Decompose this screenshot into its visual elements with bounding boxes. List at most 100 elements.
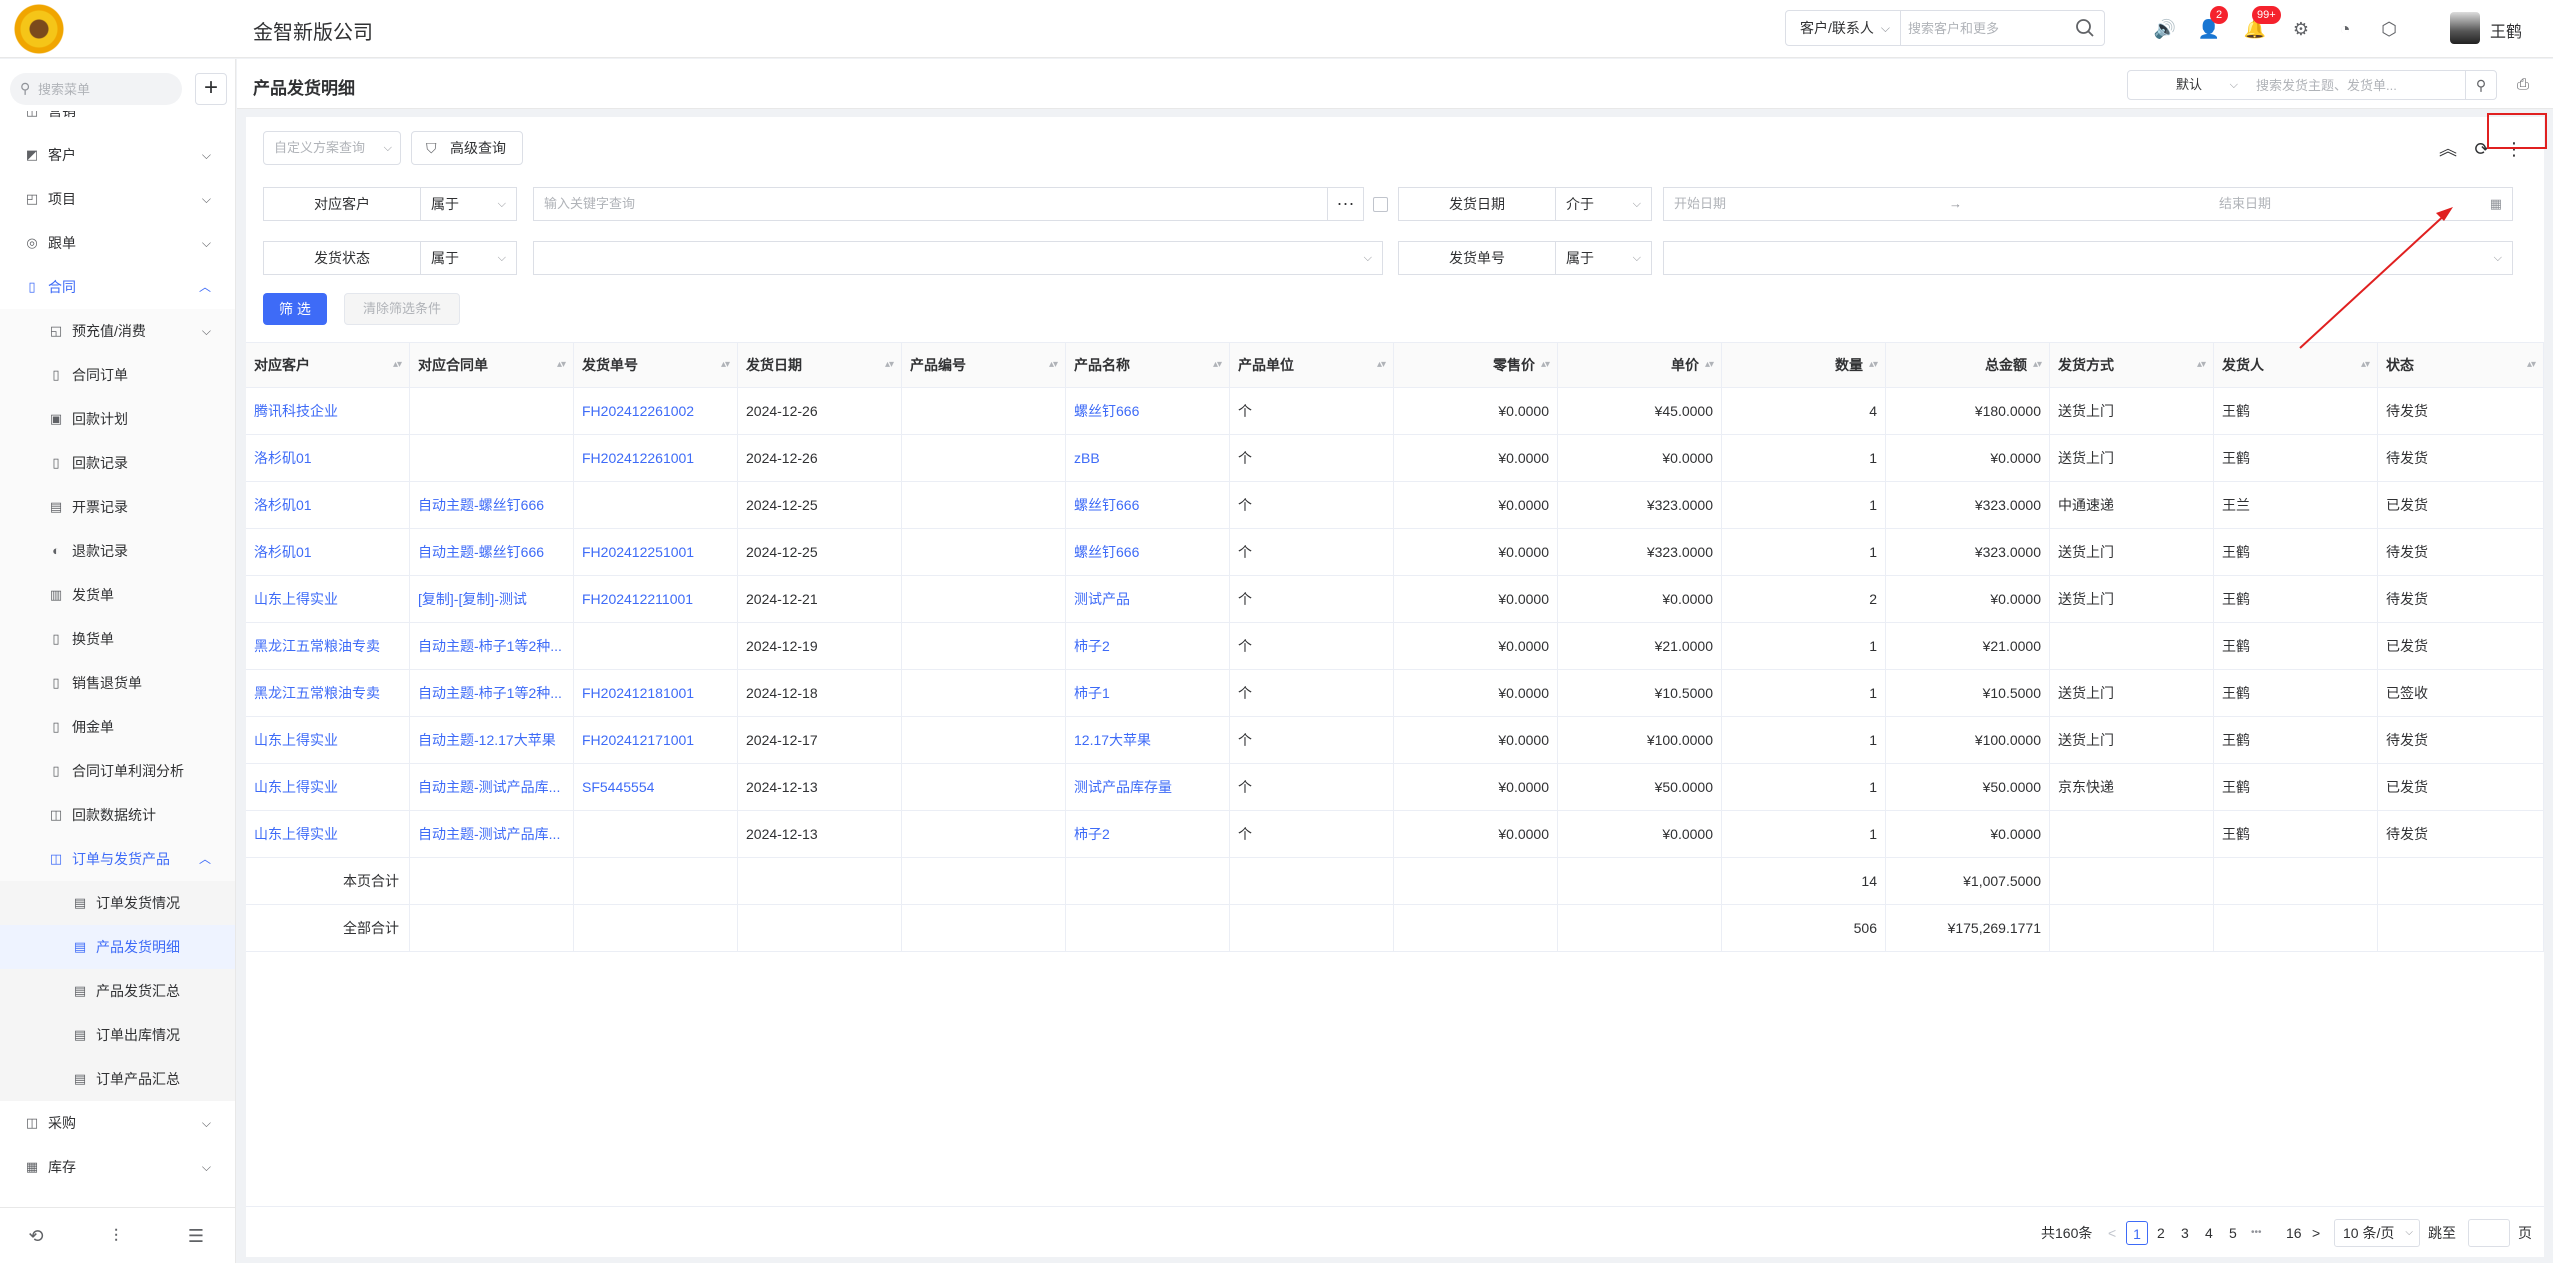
table-row[interactable]: 洛杉矶01 FH202412261001 2024-12-26 zBB 个 ¥0.0000…: [246, 435, 2544, 482]
table-row[interactable]: 洛杉矶01 自动主题-螺丝钉666 2024-12-25 螺丝钉666 个 ¥0.0000…: [246, 482, 2544, 529]
table-row[interactable]: 腾讯科技企业 FH202412261002 2024-12-26 螺丝钉666 个 ¥0.…: [246, 388, 2544, 435]
date-operator-select[interactable]: 介于 ⌵: [1556, 187, 1652, 221]
table-row[interactable]: 山东上得实业 自动主题-12.17大苹果 FH202412171001 2024-12…: [246, 717, 2544, 764]
sidebar-item-project[interactable]: ◰ 项目 ⌵: [0, 177, 235, 221]
prev-page-button[interactable]: <: [2108, 1221, 2116, 1245]
cell-delivery-no[interactable]: FH202412171001: [574, 717, 738, 763]
sidebar-item-product-delivery-detail[interactable]: ▤ 产品发货明细: [0, 925, 235, 969]
view-search-input[interactable]: [2256, 76, 2456, 94]
cell-customer[interactable]: 山东上得实业: [246, 717, 410, 763]
page-1[interactable]: 1: [2126, 1221, 2148, 1245]
cell-contract[interactable]: 自动主题-测试产品库...: [410, 764, 574, 810]
cube-icon[interactable]: ⬡: [2374, 14, 2404, 44]
cell-customer[interactable]: 洛杉矶01: [246, 482, 410, 528]
page-size-select[interactable]: 10 条/页 ⌵: [2334, 1219, 2420, 1247]
column-header-product-name[interactable]: 产品名称 ▴▾: [1066, 343, 1230, 387]
sidebar-item-order-product-summary[interactable]: ▤ 订单产品汇总: [0, 1057, 235, 1101]
next-page-button[interactable]: >: [2312, 1221, 2320, 1245]
table-row[interactable]: 山东上得实业 自动主题-测试产品库... 2024-12-13 柿子2 个 ¥0.0000…: [246, 811, 2544, 858]
status-value-select[interactable]: ⌵: [533, 241, 1383, 275]
sort-icon[interactable]: ▴▾: [2197, 343, 2206, 387]
sidebar-item-customer[interactable]: ◩ 客户 ⌵: [0, 133, 235, 177]
sort-icon[interactable]: ▴▾: [1213, 343, 1222, 387]
cell-product-name[interactable]: 柿子2: [1066, 623, 1230, 669]
column-header-unit-price[interactable]: 单价 ▴▾: [1558, 343, 1722, 387]
cell-delivery-no[interactable]: SF5445554: [574, 764, 738, 810]
sidebar-item-purchase[interactable]: ◫ 采购 ⌵: [0, 1101, 235, 1145]
user-name[interactable]: 王鹤: [2490, 18, 2522, 42]
global-search-input[interactable]: [1908, 17, 2058, 39]
table-row[interactable]: 洛杉矶01 自动主题-螺丝钉666 FH202412251001 2024-12-25…: [246, 529, 2544, 576]
sidebar-item-invoice-record[interactable]: ▤ 开票记录: [0, 485, 235, 529]
cell-delivery-no[interactable]: FH202412261001: [574, 435, 738, 481]
cell-contract[interactable]: 自动主题-测试产品库...: [410, 811, 574, 857]
cell-product-name[interactable]: 螺丝钉666: [1066, 529, 1230, 575]
cell-customer[interactable]: 黑龙江五常粮油专卖: [246, 623, 410, 669]
column-header-status[interactable]: 状态 ▴▾: [2378, 343, 2544, 387]
sidebar-item-order-outbound[interactable]: ▤ 订单出库情况: [0, 1013, 235, 1057]
cell-delivery-no[interactable]: FH202412211001: [574, 576, 738, 622]
column-header-contract[interactable]: 对应合同单 ▴▾: [410, 343, 574, 387]
cell-customer[interactable]: 山东上得实业: [246, 764, 410, 810]
number-value-select[interactable]: ⌵: [1663, 241, 2513, 275]
cell-product-name[interactable]: 柿子1: [1066, 670, 1230, 716]
sidebar-item-order-products[interactable]: ◫ 订单与发货产品 ︿: [0, 837, 235, 881]
cell-product-name[interactable]: 螺丝钉666: [1066, 388, 1230, 434]
sidebar-item-contract[interactable]: ▯ 合同 ︿: [0, 265, 235, 309]
view-search-button[interactable]: ⚲: [2465, 70, 2497, 100]
sort-icon[interactable]: ▴▾: [1869, 343, 1878, 387]
sidebar-item-contract-order[interactable]: ▯ 合同订单: [0, 353, 235, 397]
sort-icon[interactable]: ▴▾: [1377, 343, 1386, 387]
sort-icon[interactable]: ▴▾: [2033, 343, 2042, 387]
sliders-icon[interactable]: ⫶: [104, 1224, 128, 1248]
sidebar-item-marketing[interactable]: ◫营销: [0, 111, 235, 133]
date-range-picker[interactable]: 开始日期 → 结束日期 ▦: [1663, 187, 2513, 221]
sidebar-item-delivery-note[interactable]: ▥ 发货单: [0, 573, 235, 617]
cell-contract[interactable]: 自动主题-柿子1等2种...: [410, 623, 574, 669]
cell-delivery-no[interactable]: FH202412181001: [574, 670, 738, 716]
column-header-delivery-date[interactable]: 发货日期 ▴▾: [738, 343, 902, 387]
print-icon[interactable]: ⎙: [2512, 74, 2534, 96]
cell-contract[interactable]: 自动主题-螺丝钉666: [410, 529, 574, 575]
table-row[interactable]: 山东上得实业 [复制]-[复制]-测试 FH202412211001 2024-12-…: [246, 576, 2544, 623]
sidebar-item-sales-return[interactable]: ▯ 销售退货单: [0, 661, 235, 705]
cell-customer[interactable]: 洛杉矶01: [246, 435, 410, 481]
advanced-query-button[interactable]: ⛉ 高级查询: [411, 131, 523, 165]
bell-icon[interactable]: 🔔 99+: [2240, 6, 2281, 44]
column-header-total-amount[interactable]: 总金额 ▴▾: [1886, 343, 2050, 387]
cell-customer[interactable]: 腾讯科技企业: [246, 388, 410, 434]
number-operator-select[interactable]: 属于 ⌵: [1556, 241, 1652, 275]
user-message-icon[interactable]: 👤 2: [2194, 6, 2228, 44]
cell-contract[interactable]: 自动主题-12.17大苹果: [410, 717, 574, 763]
column-header-delivery-no[interactable]: 发货单号 ▴▾: [574, 343, 738, 387]
sort-icon[interactable]: ▴▾: [885, 343, 894, 387]
jump-page-input[interactable]: [2468, 1219, 2510, 1247]
sort-icon[interactable]: ▴▾: [557, 343, 566, 387]
cell-delivery-no[interactable]: FH202412251001: [574, 529, 738, 575]
sidebar-item-payment-record[interactable]: ▯ 回款记录: [0, 441, 235, 485]
collapse-filters-icon[interactable]: ︽: [2436, 137, 2460, 161]
gear-icon[interactable]: ⚙: [2286, 14, 2316, 44]
column-header-retail-price[interactable]: 零售价 ▴▾: [1394, 343, 1558, 387]
search-icon[interactable]: [2074, 17, 2096, 39]
sort-icon[interactable]: ▴▾: [721, 343, 730, 387]
cell-product-name[interactable]: 测试产品: [1066, 576, 1230, 622]
status-operator-select[interactable]: 属于 ⌵: [421, 241, 517, 275]
column-header-customer[interactable]: 对应客户 ▴▾: [246, 343, 410, 387]
page-3[interactable]: 3: [2181, 1221, 2189, 1245]
more-options-button[interactable]: ···: [1328, 187, 1364, 221]
sidebar-item-product-delivery-summary[interactable]: ▤ 产品发货汇总: [0, 969, 235, 1013]
cell-product-name[interactable]: 螺丝钉666: [1066, 482, 1230, 528]
add-menu-button[interactable]: +: [195, 73, 227, 105]
sort-icon[interactable]: ▴▾: [1705, 343, 1714, 387]
column-header-delivery-method[interactable]: 发货方式 ▴▾: [2050, 343, 2214, 387]
history-icon[interactable]: ⟲: [24, 1224, 48, 1248]
column-header-unit[interactable]: 产品单位 ▴▾: [1230, 343, 1394, 387]
column-header-quantity[interactable]: 数量 ▴▾: [1722, 343, 1886, 387]
customer-operator-select[interactable]: 属于 ⌵: [421, 187, 517, 221]
customer-keyword-input[interactable]: 输入关键字查询: [533, 187, 1328, 221]
avatar[interactable]: [2450, 12, 2480, 44]
sort-icon[interactable]: ▴▾: [393, 343, 402, 387]
search-type-select[interactable]: 客户/联系人 ⌵: [1786, 11, 1901, 45]
cell-customer[interactable]: 山东上得实业: [246, 811, 410, 857]
